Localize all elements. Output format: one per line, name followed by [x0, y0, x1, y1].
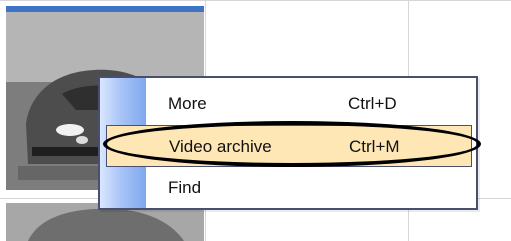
menu-item-label: More	[168, 94, 207, 113]
menu-item-label: Video archive	[169, 137, 272, 156]
context-menu: More Ctrl+D Video archive Ctrl+M Find	[98, 76, 478, 210]
grid-separator	[0, 0, 511, 1]
menu-item-shortcut: Ctrl+M	[349, 137, 400, 156]
menu-item-label: Find	[168, 178, 202, 197]
menu-item-find[interactable]: Find	[146, 168, 476, 208]
menu-item-shortcut: Ctrl+D	[348, 94, 397, 113]
menu-item-video-archive[interactable]: Video archive Ctrl+M	[106, 125, 472, 167]
screenshot-stage: More Ctrl+D Video archive Ctrl+M Find	[0, 0, 511, 241]
menu-item-more[interactable]: More Ctrl+D	[146, 84, 476, 124]
